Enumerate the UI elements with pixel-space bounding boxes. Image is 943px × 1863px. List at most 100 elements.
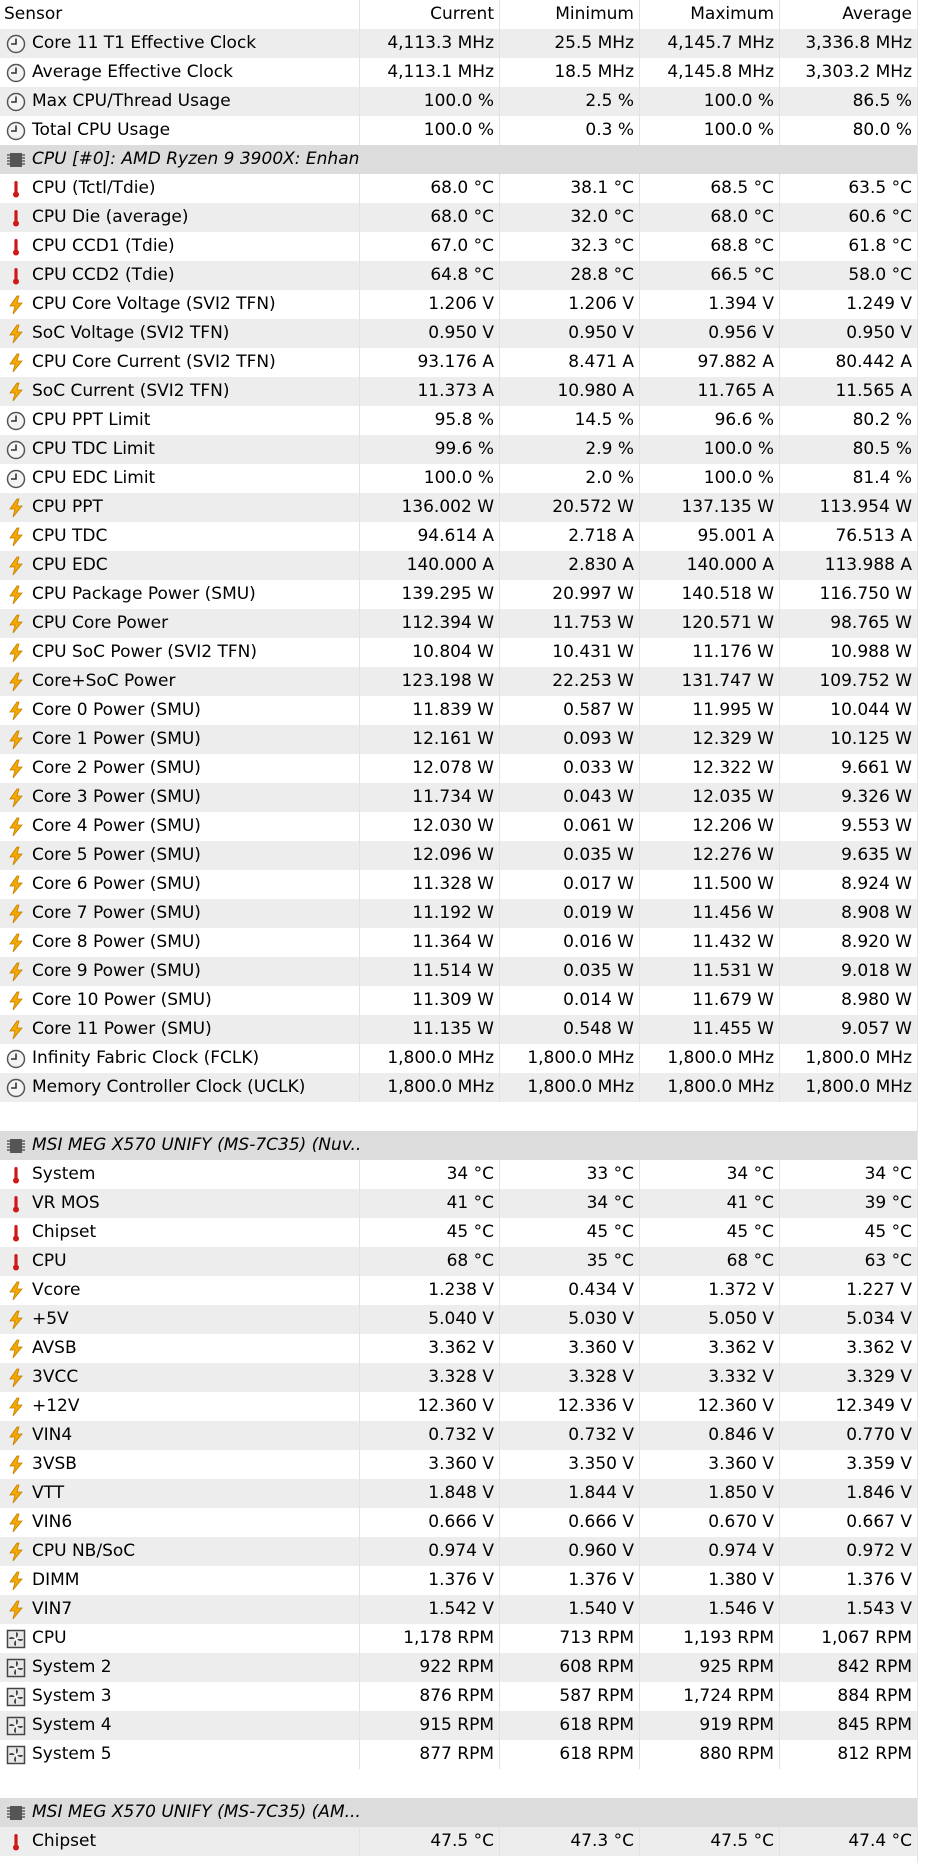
clock-icon: [6, 92, 26, 112]
average-value: 9.057 W: [841, 1019, 912, 1039]
sensor-row[interactable]: CPU Core Power 112.394 W 11.753 W 120.571 W…: [0, 609, 917, 638]
sensor-row[interactable]: CPU PPT Limit 95.8 % 14.5 % 96.6 % 80.2 %: [0, 406, 917, 435]
sensor-row[interactable]: CPU TDC 94.614 A 2.718 A 95.001 A 76.513 A: [0, 522, 917, 551]
sensor-row[interactable]: Core 9 Power (SMU) 11.514 W 0.035 W 11.531 …: [0, 957, 917, 986]
column-divider: [779, 1218, 780, 1247]
column-divider: [639, 667, 640, 696]
sensor-label: Infinity Fabric Clock (FCLK): [32, 1048, 260, 1068]
sensor-row[interactable]: Memory Controller Clock (UCLK) 1,800.0 MH…: [0, 1073, 917, 1102]
sensor-row[interactable]: CPU 68 °C 35 °C 68 °C 63 °C: [0, 1247, 917, 1276]
scroll-area[interactable]: [917, 0, 943, 1863]
sensor-row[interactable]: System 34 °C 33 °C 34 °C 34 °C: [0, 1160, 917, 1189]
sensor-label: CPU TDC: [32, 526, 108, 546]
sensor-name-cell: Max CPU/Thread Usage: [0, 87, 359, 116]
thermometer-icon: [6, 208, 26, 228]
sensor-row[interactable]: Average Effective Clock 4,113.1 MHz 18.5 M…: [0, 58, 917, 87]
current-value: 0.732 V: [428, 1425, 494, 1445]
sensor-name-cell: SoC Current (SVI2 TFN): [0, 377, 359, 406]
sensor-group-row[interactable]: MSI MEG X570 UNIFY (MS-7C35) (AM...: [0, 1798, 917, 1827]
sensor-row[interactable]: Total CPU Usage 100.0 % 0.3 % 100.0 % 80.0 %: [0, 116, 917, 145]
sensor-label: Core 11 T1 Effective Clock: [32, 33, 257, 53]
column-header-average[interactable]: Average: [779, 0, 917, 29]
sensor-row[interactable]: Chipset 45 °C 45 °C 45 °C 45 °C: [0, 1218, 917, 1247]
sensor-row[interactable]: Core 2 Power (SMU) 12.078 W 0.033 W 12.322 …: [0, 754, 917, 783]
sensor-row[interactable]: Core 10 Power (SMU) 11.309 W 0.014 W 11.679…: [0, 986, 917, 1015]
sensor-row[interactable]: CPU Package Power (SMU) 139.295 W 20.997 W…: [0, 580, 917, 609]
sensor-row[interactable]: Core 3 Power (SMU) 11.734 W 0.043 W 12.035 …: [0, 783, 917, 812]
minimum-value: 0.093 W: [563, 729, 634, 749]
sensor-row[interactable]: CPU SoC Power (SVI2 TFN) 10.804 W 10.431 W…: [0, 638, 917, 667]
sensor-row[interactable]: Core 0 Power (SMU) 11.839 W 0.587 W 11.995 …: [0, 696, 917, 725]
sensor-row[interactable]: CPU NB/SoC 0.974 V 0.960 V 0.974 V 0.972 V: [0, 1537, 917, 1566]
sensor-row[interactable]: CPU EDC 140.000 A 2.830 A 140.000 A 113.988 …: [0, 551, 917, 580]
sensor-row[interactable]: 3VSB 3.360 V 3.350 V 3.360 V 3.359 V: [0, 1450, 917, 1479]
sensor-row[interactable]: CPU (Tctl/Tdie) 68.0 °C 38.1 °C 68.5 °C 63.5…: [0, 174, 917, 203]
sensor-row[interactable]: VTT 1.848 V 1.844 V 1.850 V 1.846 V: [0, 1479, 917, 1508]
sensor-row[interactable]: VIN7 1.542 V 1.540 V 1.546 V 1.543 V: [0, 1595, 917, 1624]
sensor-row[interactable]: VR MOS 41 °C 34 °C 41 °C 39 °C: [0, 1189, 917, 1218]
sensor-row[interactable]: System 4 915 RPM 618 RPM 919 RPM 845 RPM: [0, 1711, 917, 1740]
sensor-row[interactable]: +5V 5.040 V 5.030 V 5.050 V 5.034 V: [0, 1305, 917, 1334]
sensor-row[interactable]: SoC Voltage (SVI2 TFN) 0.950 V 0.950 V 0.95…: [0, 319, 917, 348]
sensor-row[interactable]: Infinity Fabric Clock (FCLK) 1,800.0 MHz 1…: [0, 1044, 917, 1073]
sensor-row[interactable]: CPU CCD2 (Tdie) 64.8 °C 28.8 °C 66.5 °C 58.0…: [0, 261, 917, 290]
sensor-row[interactable]: AVSB 3.362 V 3.360 V 3.362 V 3.362 V: [0, 1334, 917, 1363]
sensor-row[interactable]: System 5 877 RPM 618 RPM 880 RPM 812 RPM: [0, 1740, 917, 1769]
sensor-row[interactable]: CPU TDC Limit 99.6 % 2.9 % 100.0 % 80.5 %: [0, 435, 917, 464]
sensor-row[interactable]: VIN4 0.732 V 0.732 V 0.846 V 0.770 V: [0, 1421, 917, 1450]
maximum-value: 137.135 W: [681, 497, 774, 517]
sensor-group-row[interactable]: CPU [#0]: AMD Ryzen 9 3900X: Enhan...: [0, 145, 917, 174]
sensor-row[interactable]: Vcore 1.238 V 0.434 V 1.372 V 1.227 V: [0, 1276, 917, 1305]
column-divider: [499, 87, 500, 116]
sensor-row[interactable]: Core 5 Power (SMU) 12.096 W 0.035 W 12.276 …: [0, 841, 917, 870]
sensor-row[interactable]: CPU Core Voltage (SVI2 TFN) 1.206 V 1.206 …: [0, 290, 917, 319]
clock-icon: [6, 411, 26, 431]
sensor-row[interactable]: SoC Current (SVI2 TFN) 11.373 A 10.980 A 11…: [0, 377, 917, 406]
sensor-row[interactable]: Core 6 Power (SMU) 11.328 W 0.017 W 11.500 …: [0, 870, 917, 899]
sensor-row[interactable]: Core 7 Power (SMU) 11.192 W 0.019 W 11.456 …: [0, 899, 917, 928]
sensor-row[interactable]: System 2 922 RPM 608 RPM 925 RPM 842 RPM: [0, 1653, 917, 1682]
sensor-label: Core 7 Power (SMU): [32, 903, 201, 923]
column-divider: [499, 1479, 500, 1508]
sensor-row[interactable]: CPU Core Current (SVI2 TFN) 93.176 A 8.471…: [0, 348, 917, 377]
sensor-row[interactable]: Core 8 Power (SMU) 11.364 W 0.016 W 11.432 …: [0, 928, 917, 957]
sensor-name-cell: CPU Die (average): [0, 203, 359, 232]
sensor-row[interactable]: 3VCC 3.328 V 3.328 V 3.332 V 3.329 V: [0, 1363, 917, 1392]
column-divider: [499, 1218, 500, 1247]
sensor-row[interactable]: CPU EDC Limit 100.0 % 2.0 % 100.0 % 81.4 %: [0, 464, 917, 493]
column-header-minimum[interactable]: Minimum: [499, 0, 639, 29]
sensor-row[interactable]: System 3 876 RPM 587 RPM 1,724 RPM 884 RPM: [0, 1682, 917, 1711]
sensor-row[interactable]: CPU Die (average) 68.0 °C 32.0 °C 68.0 °C 60…: [0, 203, 917, 232]
sensor-group-row[interactable]: MSI MEG X570 UNIFY (MS-7C35) (Nuv...: [0, 1131, 917, 1160]
sensor-row[interactable]: CPU CCD1 (Tdie) 67.0 °C 32.3 °C 68.8 °C 61.8…: [0, 232, 917, 261]
sensor-row[interactable]: Max CPU/Thread Usage 100.0 % 2.5 % 100.0 % 8…: [0, 87, 917, 116]
sensor-row[interactable]: CPU PPT 136.002 W 20.572 W 137.135 W 113.954…: [0, 493, 917, 522]
sensor-name-cell: AVSB: [0, 1334, 359, 1363]
column-divider: [359, 580, 360, 609]
average-value: 9.018 W: [841, 961, 912, 981]
sensor-row[interactable]: CPU 1,178 RPM 713 RPM 1,193 RPM 1,067 RPM: [0, 1624, 917, 1653]
sensor-row[interactable]: Core 4 Power (SMU) 12.030 W 0.061 W 12.206 …: [0, 812, 917, 841]
column-header-current[interactable]: Current: [359, 0, 499, 29]
current-value: 1.542 V: [428, 1599, 494, 1619]
sensor-row[interactable]: Core 1 Power (SMU) 12.161 W 0.093 W 12.329 …: [0, 725, 917, 754]
current-value: 11.373 A: [417, 381, 494, 401]
sensor-row[interactable]: Core 11 Power (SMU) 11.135 W 0.548 W 11.455…: [0, 1015, 917, 1044]
column-divider: [499, 1537, 500, 1566]
lightning-icon: [6, 556, 26, 576]
sensor-row[interactable]: DIMM 1.376 V 1.376 V 1.380 V 1.376 V: [0, 1566, 917, 1595]
sensor-row[interactable]: Core+SoC Power 123.198 W 22.253 W 131.747 W…: [0, 667, 917, 696]
column-header-maximum[interactable]: Maximum: [639, 0, 779, 29]
average-value: 1,800.0 MHz: [805, 1077, 912, 1097]
sensor-row[interactable]: VIN6 0.666 V 0.666 V 0.670 V 0.667 V: [0, 1508, 917, 1537]
sensor-row[interactable]: Core 11 T1 Effective Clock 4,113.3 MHz 25.…: [0, 29, 917, 58]
sensor-label: CPU Core Voltage (SVI2 TFN): [32, 294, 276, 314]
column-divider: [639, 986, 640, 1015]
sensor-row[interactable]: Chipset 47.5 °C 47.3 °C 47.5 °C 47.4 °C: [0, 1827, 917, 1856]
column-header-sensor[interactable]: Sensor: [0, 0, 359, 29]
sensor-row[interactable]: +12V 12.360 V 12.336 V 12.360 V 12.349 V: [0, 1392, 917, 1421]
minimum-value: 1.376 V: [568, 1570, 634, 1590]
column-divider: [499, 174, 500, 203]
minimum-value: 0.035 W: [563, 845, 634, 865]
column-divider: [359, 1392, 360, 1421]
